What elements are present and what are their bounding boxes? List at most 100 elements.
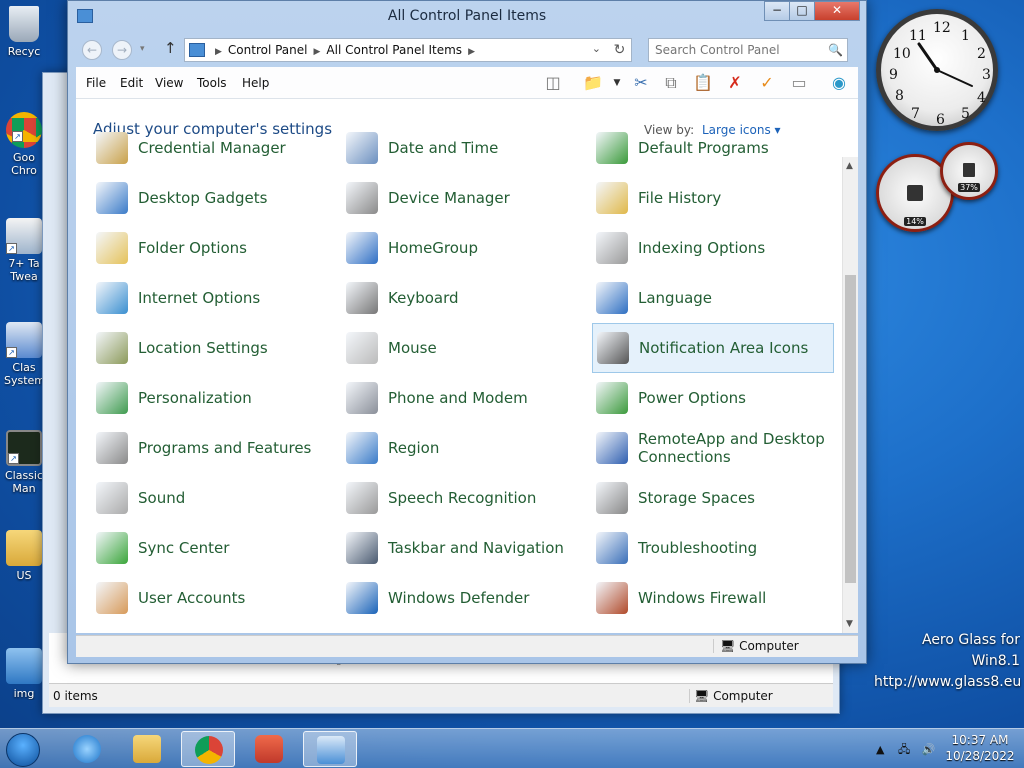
address-dropdown-icon[interactable]: ⌄ — [592, 42, 601, 55]
indexing-icon — [596, 232, 628, 264]
cp-item-sound[interactable]: Sound — [92, 473, 334, 523]
cp-item-personalization[interactable]: Personalization — [92, 373, 334, 423]
cut-icon[interactable]: ✂ — [630, 73, 652, 93]
keyboard-icon — [346, 282, 378, 314]
shell-icon[interactable]: ◉ — [828, 73, 850, 93]
back-button[interactable]: ← — [82, 40, 102, 60]
cp-item-notification-area-icons[interactable]: Notification Area Icons — [592, 323, 834, 373]
window-controls: − □ ✕ — [764, 1, 860, 21]
cp-item-default-programs[interactable]: Default Programs — [592, 123, 834, 173]
status-bar: 🖥 Computer — [76, 635, 858, 657]
cp-item-internet-options[interactable]: Internet Options — [92, 273, 334, 323]
taskbar-clock[interactable]: 10:37 AM 10/28/2022 — [944, 732, 1016, 764]
taskbar-chrome[interactable] — [181, 731, 235, 767]
recent-locations-button[interactable]: ▾ — [140, 44, 145, 54]
cp-item-label: Notification Area Icons — [639, 339, 809, 357]
menu-view[interactable]: View — [155, 76, 183, 90]
cp-item-speech-recognition[interactable]: Speech Recognition — [342, 473, 584, 523]
folder-view-icon[interactable]: 📁 — [582, 73, 604, 93]
cp-item-programs-and-features[interactable]: Programs and Features — [92, 423, 334, 473]
branding-title: Aero Glass for Win8.1 — [921, 632, 1020, 669]
cp-item-mouse[interactable]: Mouse — [342, 323, 584, 373]
menu-help[interactable]: Help — [242, 76, 269, 90]
cp-item-file-history[interactable]: File History — [592, 173, 834, 223]
breadcrumb-separator[interactable]: ▶ — [314, 47, 321, 57]
desktop-icon-taskbar-tweaker[interactable]: ↗ 7+ Ta Twea — [4, 218, 44, 283]
desktop-icon-recycle-bin[interactable]: Recyc — [4, 6, 44, 58]
cp-item-location-settings[interactable]: Location Settings — [92, 323, 334, 373]
scroll-down-icon[interactable]: ▼ — [846, 619, 853, 629]
refresh-button[interactable]: ↻ — [608, 38, 632, 62]
cp-item-region[interactable]: Region — [342, 423, 584, 473]
cp-item-sync-center[interactable]: Sync Center — [92, 523, 334, 573]
vertical-scrollbar[interactable]: ▲ ▼ — [842, 157, 858, 633]
desktop-icon-chrome[interactable]: ↗ Goo Chro — [4, 112, 44, 177]
delete-icon[interactable]: ✗ — [724, 73, 746, 93]
views-dropdown-icon[interactable]: ▼ — [606, 73, 628, 93]
cp-item-troubleshooting[interactable]: Troubleshooting — [592, 523, 834, 573]
desktop-icon-classic-manager[interactable]: ↗ Classic Man — [4, 430, 44, 495]
breadcrumb-separator[interactable]: ▶ — [215, 47, 222, 57]
cp-item-indexing-options[interactable]: Indexing Options — [592, 223, 834, 273]
cp-item-homegroup[interactable]: HomeGroup — [342, 223, 584, 273]
clock-gadget[interactable]: 12 1 2 3 4 5 6 7 8 9 10 11 — [876, 9, 998, 131]
cp-item-windows-firewall[interactable]: Windows Firewall — [592, 573, 834, 623]
breadcrumb-all-items[interactable]: All Control Panel Items — [326, 43, 462, 57]
chrome-icon: ↗ — [6, 112, 42, 148]
desktop-icon-classic-system[interactable]: ↗ Clas System — [4, 322, 44, 387]
cp-item-user-accounts[interactable]: User Accounts — [92, 573, 334, 623]
menu-tools[interactable]: Tools — [197, 76, 227, 90]
taskbar-internet-explorer[interactable] — [60, 731, 114, 767]
cp-item-taskbar-and-navigation[interactable]: Taskbar and Navigation — [342, 523, 584, 573]
taskbar-control-panel[interactable] — [303, 731, 357, 767]
breadcrumb-separator[interactable]: ▶ — [468, 47, 475, 57]
cp-item-device-manager[interactable]: Device Manager — [342, 173, 584, 223]
control-panel-window[interactable]: All Control Panel Items − □ ✕ ← → ▾ ↑ ▶ C… — [67, 0, 867, 664]
search-icon[interactable]: 🔍 — [828, 43, 843, 57]
desktop-icon-us[interactable]: US — [4, 530, 44, 582]
scroll-up-icon[interactable]: ▲ — [846, 161, 853, 171]
cp-item-power-options[interactable]: Power Options — [592, 373, 834, 423]
volume-icon[interactable]: 🔊 — [922, 743, 936, 756]
cp-item-label: Mouse — [388, 339, 437, 357]
breadcrumb-control-panel[interactable]: Control Panel — [228, 43, 308, 57]
network-icon[interactable]: 🖧 — [898, 743, 910, 756]
minimize-button[interactable]: − — [764, 1, 790, 21]
restore-button[interactable]: □ — [789, 1, 815, 21]
cp-item-desktop-gadgets[interactable]: Desktop Gadgets — [92, 173, 334, 223]
close-button[interactable]: ✕ — [814, 1, 860, 21]
search-input[interactable] — [648, 38, 848, 62]
cp-item-label: Keyboard — [388, 289, 459, 307]
cp-item-keyboard[interactable]: Keyboard — [342, 273, 584, 323]
menu-edit[interactable]: Edit — [120, 76, 143, 90]
paste-icon[interactable]: 📋 — [692, 73, 714, 93]
taskbar-file-explorer[interactable] — [120, 731, 174, 767]
cp-item-windows-defender[interactable]: Windows Defender — [342, 573, 584, 623]
preview-pane-icon[interactable]: ◫ — [542, 73, 564, 93]
cp-item-credential-manager[interactable]: Credential Manager — [92, 123, 334, 173]
start-button[interactable] — [6, 733, 40, 767]
programs-icon — [96, 432, 128, 464]
scroll-thumb[interactable] — [845, 275, 856, 583]
cp-item-date-and-time[interactable]: Date and Time — [342, 123, 584, 173]
up-button[interactable]: ↑ — [164, 39, 177, 57]
menu-file[interactable]: File — [86, 76, 106, 90]
address-bar[interactable]: ▶ Control Panel ▶ All Control Panel Items ▶ … — [184, 38, 632, 62]
memory-meter-gadget[interactable]: 37% — [940, 142, 998, 200]
control-panel-icon — [317, 736, 345, 764]
cp-item-remoteapp-and-desktop-connections[interactable]: RemoteApp and Desktop Connections — [592, 423, 834, 473]
branding-url: http://www.glass8.eu — [874, 674, 1022, 690]
show-hidden-icons-icon[interactable]: ▲ — [876, 743, 884, 756]
properties-icon[interactable]: ✓ — [756, 73, 778, 93]
desktop-icon-img[interactable]: img — [4, 648, 44, 700]
taskbar-app[interactable] — [242, 731, 296, 767]
phone-icon — [346, 382, 378, 414]
cp-item-phone-and-modem[interactable]: Phone and Modem — [342, 373, 584, 423]
cp-item-folder-options[interactable]: Folder Options — [92, 223, 334, 273]
cp-item-label: Indexing Options — [638, 239, 766, 257]
forward-button[interactable]: → — [112, 40, 132, 60]
cp-item-language[interactable]: Language — [592, 273, 834, 323]
rename-icon[interactable]: ▭ — [788, 73, 810, 93]
copy-icon[interactable]: ⧉ — [660, 73, 682, 93]
cp-item-storage-spaces[interactable]: Storage Spaces — [592, 473, 834, 523]
